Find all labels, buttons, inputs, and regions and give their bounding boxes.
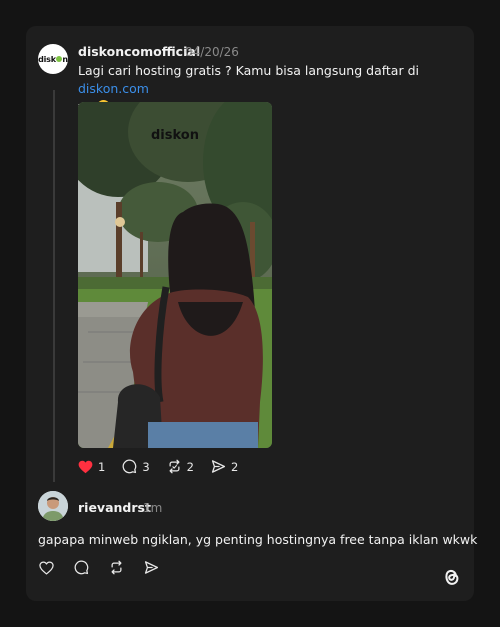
post-video[interactable]: diskon: [78, 102, 272, 448]
heart-icon: [78, 460, 93, 473]
reply-action-bar: [39, 560, 176, 575]
threads-logo-icon[interactable]: [440, 566, 462, 588]
reply-like-button[interactable]: [39, 560, 54, 575]
repost-icon: [169, 459, 180, 474]
comment-icon: [122, 459, 137, 474]
person-avatar-icon: [38, 491, 68, 521]
repost-count: 2: [186, 459, 194, 474]
reply-share-button[interactable]: [144, 560, 159, 575]
reply-timestamp: 1m: [143, 501, 163, 515]
comment-button[interactable]: 3: [122, 459, 150, 474]
comment-icon: [74, 560, 89, 575]
post-action-bar: 1 3 2 2: [78, 459, 255, 474]
send-icon: [144, 561, 159, 574]
like-button[interactable]: 1: [78, 460, 105, 474]
reply-username[interactable]: rievandrst: [78, 500, 151, 515]
thread-connector-line: [53, 90, 55, 482]
repost-button[interactable]: 2: [167, 459, 194, 474]
diskon-logo: disk n: [38, 54, 68, 64]
share-count: 2: [230, 459, 239, 474]
author-username[interactable]: diskoncomofficial: [78, 44, 200, 59]
video-watermark: diskon: [151, 128, 199, 143]
comment-count: 3: [142, 459, 150, 474]
repost-icon: [111, 560, 122, 575]
author-avatar[interactable]: disk n: [38, 44, 68, 74]
post-text-body: Lagi cari hosting gratis ? Kamu bisa lan…: [78, 63, 419, 78]
post-link[interactable]: diskon.com: [78, 81, 149, 96]
post-timestamp: 04/20/26: [185, 45, 239, 59]
send-icon: [211, 460, 226, 473]
video-frame: diskon: [78, 102, 272, 448]
reply-text: gapapa minweb ngiklan, yg penting hostin…: [38, 532, 478, 547]
heart-outline-icon: [39, 560, 54, 575]
share-button[interactable]: 2: [211, 459, 238, 474]
reply-avatar[interactable]: [38, 491, 68, 521]
reply-comment-button[interactable]: [74, 560, 89, 575]
reply-repost-button[interactable]: [109, 560, 124, 575]
like-count: 1: [98, 459, 106, 474]
